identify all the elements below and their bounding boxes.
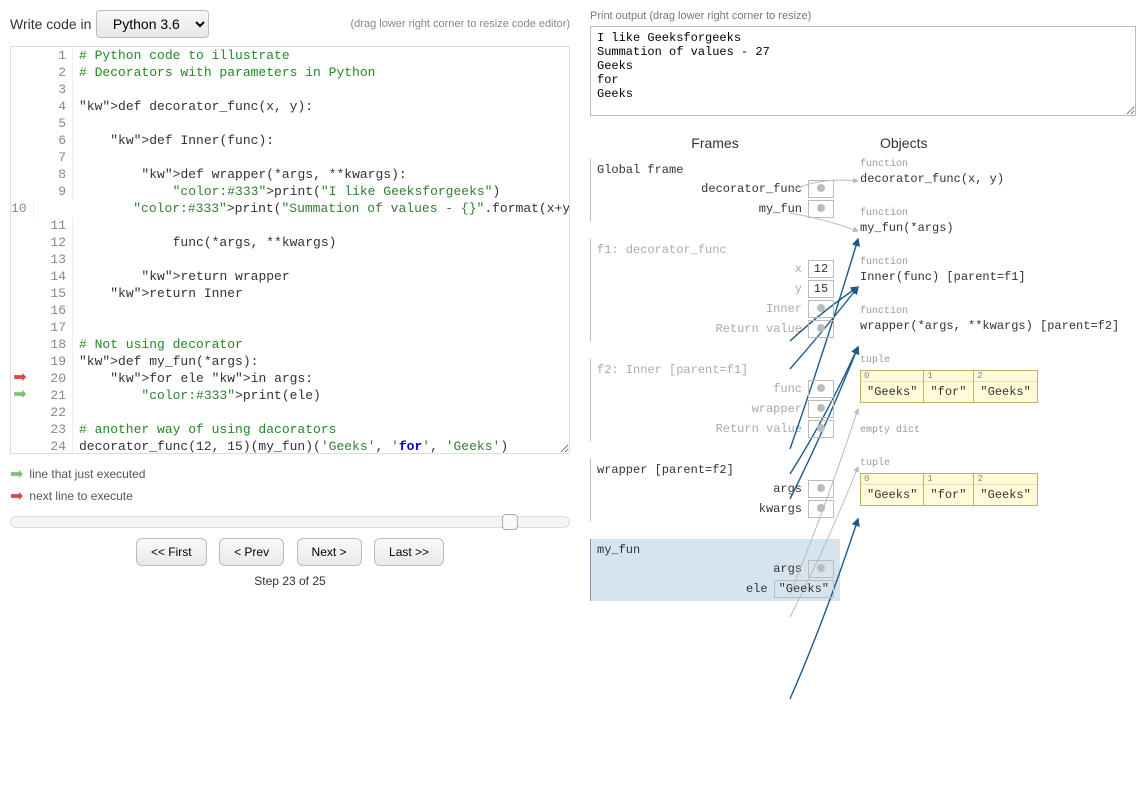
frame: wrapper [parent=f2]argskwargs: [590, 459, 840, 521]
viz-body: Global framedecorator_funcmy_fun f1: deco…: [590, 159, 1136, 619]
object: functiondecorator_func(x, y): [860, 159, 1136, 186]
editor-header: Write code in Python 3.6 (drag lower rig…: [10, 10, 570, 38]
slider-thumb[interactable]: [502, 514, 518, 530]
language-select[interactable]: Python 3.6: [96, 10, 209, 38]
nav-buttons: << First < Prev Next > Last >>: [10, 538, 570, 566]
resize-hint: (drag lower right corner to resize code …: [351, 18, 570, 30]
arrow-next-icon: ➡: [10, 486, 23, 506]
object: functionmy_fun(*args): [860, 208, 1136, 235]
legend-next: next line to execute: [29, 489, 132, 503]
objects-heading: Objects: [840, 135, 1136, 151]
frame: Global framedecorator_funcmy_fun: [590, 159, 840, 221]
next-button[interactable]: Next >: [297, 538, 362, 566]
legend-executed: line that just executed: [29, 467, 145, 481]
object: tuple0"Geeks"1"for"2"Geeks": [860, 458, 1136, 506]
legend: ➡ line that just executed ➡ next line to…: [10, 464, 570, 506]
viz-header: Frames Objects: [590, 135, 1136, 151]
frame: f2: Inner [parent=f1]funcwrapperReturn v…: [590, 359, 840, 441]
frames-heading: Frames: [590, 135, 840, 151]
object: functionInner(func) [parent=f1]: [860, 257, 1136, 284]
step-slider[interactable]: [10, 516, 570, 528]
write-code-label: Write code in: [10, 16, 91, 32]
frame: f1: decorator_funcx12y15InnerReturn valu…: [590, 239, 840, 341]
frame: my_funargsele"Geeks": [590, 539, 840, 601]
step-label: Step 23 of 25: [10, 574, 570, 588]
object: functionwrapper(*args, **kwargs) [parent…: [860, 306, 1136, 333]
arrow-executed-icon: ➡: [10, 464, 23, 484]
first-button[interactable]: << First: [136, 538, 207, 566]
prev-button[interactable]: < Prev: [219, 538, 284, 566]
object: tuple0"Geeks"1"for"2"Geeks": [860, 355, 1136, 403]
output-label: Print output (drag lower right corner to…: [590, 10, 1136, 22]
object: empty dict: [860, 425, 1136, 436]
last-button[interactable]: Last >>: [374, 538, 444, 566]
output-box[interactable]: [590, 26, 1136, 116]
code-editor[interactable]: 1# Python code to illustrate2# Decorator…: [10, 46, 570, 454]
